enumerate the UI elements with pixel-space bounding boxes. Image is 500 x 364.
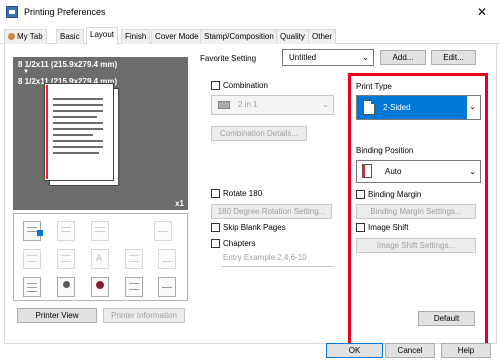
stamp-icon[interactable] bbox=[57, 221, 75, 241]
rotation-setting-button[interactable]: 180 Degree Rotation Setting... bbox=[211, 204, 332, 219]
layout-icon[interactable] bbox=[23, 221, 43, 241]
secure-print-icon[interactable] bbox=[125, 277, 143, 297]
skip-blank-pages-label: Skip Blank Pages bbox=[223, 223, 286, 232]
skip-blank-pages-checkbox[interactable] bbox=[211, 223, 220, 232]
copy-icon[interactable] bbox=[57, 249, 75, 269]
tab-basic[interactable]: Basic bbox=[56, 29, 84, 44]
add-favorite-button[interactable]: Add... bbox=[380, 50, 426, 65]
ok-button[interactable]: OK bbox=[326, 343, 383, 358]
favorite-setting-select[interactable]: Untitled ⌄ bbox=[282, 49, 374, 66]
tab-layout[interactable]: Layout bbox=[86, 27, 119, 45]
print-settings-highlight bbox=[348, 73, 488, 364]
cover-mode-icon[interactable] bbox=[23, 249, 41, 269]
booklet-icon[interactable] bbox=[91, 221, 109, 241]
printer-view-button[interactable]: Printer View bbox=[17, 308, 97, 323]
chapters-input[interactable]: Entry Example 2,4,6-10 bbox=[223, 253, 307, 262]
close-icon[interactable]: ✕ bbox=[472, 4, 492, 20]
user-icon[interactable] bbox=[57, 277, 75, 297]
preview-arrow: ▼ bbox=[23, 69, 29, 75]
chapters-input-underline bbox=[221, 266, 333, 267]
tab-label: My Tab bbox=[17, 32, 43, 41]
combination-checkbox[interactable] bbox=[211, 81, 220, 90]
combination-details-button[interactable]: Combination Details... bbox=[211, 126, 307, 141]
function-icon-grid: A bbox=[13, 213, 188, 301]
preview-scale: x1 bbox=[175, 199, 184, 208]
rotate-180-label: Rotate 180 bbox=[223, 189, 263, 198]
two-up-icon bbox=[218, 101, 230, 109]
tab-my-tab[interactable]: My Tab bbox=[4, 29, 47, 44]
edit-favorite-button[interactable]: Edit... bbox=[431, 50, 476, 65]
printer-app-icon bbox=[6, 6, 18, 18]
chevron-down-icon: ⌄ bbox=[362, 53, 369, 62]
cancel-button[interactable]: Cancel bbox=[385, 343, 435, 358]
box-icon[interactable] bbox=[158, 277, 176, 297]
tab-other[interactable]: Other bbox=[308, 29, 337, 44]
help-button[interactable]: Help bbox=[441, 343, 491, 358]
window-title: Printing Preferences bbox=[24, 7, 106, 17]
preview-paper-size-original: 8 1/2x11 (215.9x279.4 mm) bbox=[18, 60, 118, 69]
page-preview: 8 1/2x11 (215.9x279.4 mm) ▼ 8 1/2x11 (21… bbox=[13, 57, 188, 210]
document-icon[interactable] bbox=[23, 277, 41, 297]
user-group-icon[interactable] bbox=[91, 277, 109, 297]
binding-edge-marker bbox=[46, 85, 48, 179]
combination-value: 2 in 1 bbox=[238, 100, 258, 109]
favorite-setting-label: Favorite Setting bbox=[200, 54, 257, 63]
preview-front-page bbox=[44, 83, 114, 181]
combination-select[interactable]: 2 in 1 ⌄ bbox=[211, 95, 334, 115]
rotate-180-checkbox[interactable] bbox=[211, 189, 220, 198]
tab-finish[interactable]: Finish bbox=[121, 29, 151, 44]
chapters-label: Chapters bbox=[223, 239, 256, 248]
chevron-down-icon: ⌄ bbox=[322, 100, 329, 109]
staple-icon[interactable] bbox=[154, 221, 172, 241]
combination-label: Combination bbox=[223, 81, 268, 90]
tab-cover-mode[interactable]: Cover Mode bbox=[151, 29, 203, 44]
tab-stamp-composition[interactable]: Stamp/Composition bbox=[200, 29, 278, 44]
chapters-checkbox[interactable] bbox=[211, 239, 220, 248]
printer-information-button[interactable]: Printer Information bbox=[103, 308, 185, 323]
watermark-icon[interactable]: A bbox=[91, 249, 109, 269]
tab-quality[interactable]: Quality bbox=[276, 29, 309, 44]
sort-icon[interactable] bbox=[125, 249, 143, 269]
favorite-setting-value: Untitled bbox=[289, 53, 317, 62]
person-icon bbox=[8, 33, 15, 40]
tray-icon[interactable] bbox=[158, 249, 176, 269]
